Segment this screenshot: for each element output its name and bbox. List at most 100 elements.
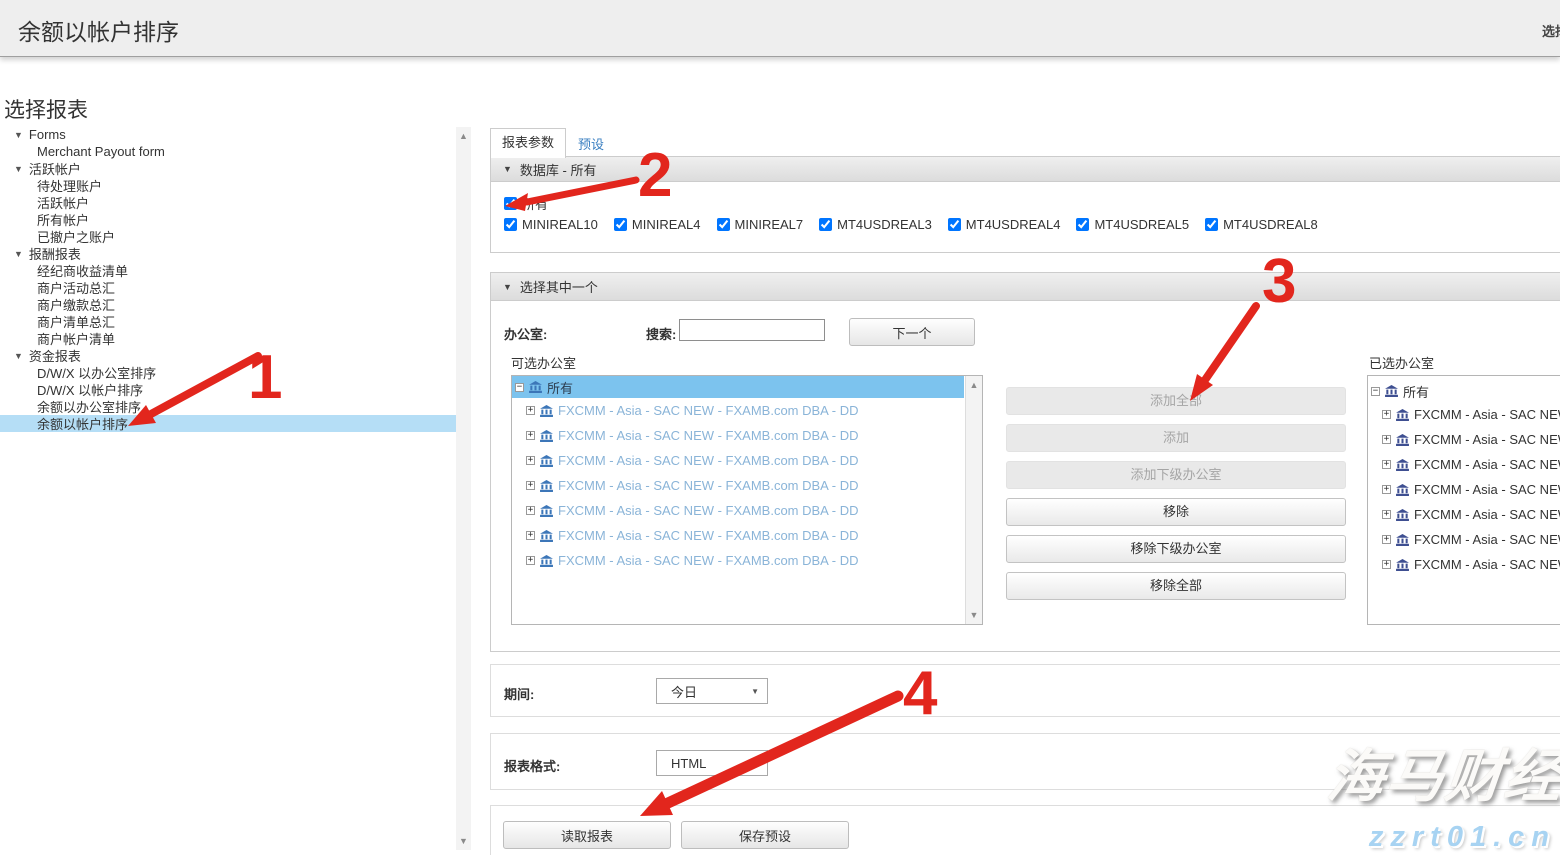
selected-offices-list: − 所有 +FXCMM - Asia - SAC NEW - FXAMB.com… — [1367, 375, 1560, 625]
tree-item[interactable]: Merchant Payout form — [0, 143, 456, 160]
tree-group[interactable]: ▼报酬报表 — [0, 245, 456, 262]
office-row[interactable]: +FXCMM - Asia - SAC NEW - FXAMB.com DBA … — [512, 423, 982, 448]
tree-item[interactable]: 所有帐户 — [0, 211, 456, 228]
bank-icon — [540, 480, 553, 492]
bank-icon — [540, 530, 553, 542]
dropdown-icon: ▼ — [751, 759, 759, 768]
expand-box-icon[interactable]: + — [526, 456, 535, 465]
page-scrollbar[interactable]: ▲ ▼ — [456, 127, 471, 850]
scroll-up-icon[interactable]: ▲ — [966, 380, 982, 390]
tree-group[interactable]: ▼资金报表 — [0, 347, 456, 364]
db-all-checkbox[interactable] — [504, 197, 517, 210]
office-label: 办公室: — [504, 324, 547, 343]
header-link[interactable]: 选择 — [1542, 21, 1560, 40]
db-checkbox[interactable] — [504, 218, 517, 231]
tree-group[interactable]: ▼Forms — [0, 126, 456, 143]
bank-icon — [1396, 459, 1409, 471]
db-checkbox[interactable] — [1205, 218, 1218, 231]
scroll-down-icon[interactable]: ▼ — [456, 836, 471, 846]
save-preset-button[interactable]: 保存预设 — [681, 821, 849, 849]
office-row[interactable]: +FXCMM - Asia - SAC NEW - FXAMB.com DBA … — [512, 398, 982, 423]
tree-item[interactable]: 商户帐户清单 — [0, 330, 456, 347]
bank-icon — [1396, 434, 1409, 446]
expand-box-icon[interactable]: + — [526, 506, 535, 515]
search-input[interactable] — [679, 319, 825, 341]
available-offices-list: − 所有 +FXCMM - Asia - SAC NEW - FXAMB.com… — [511, 375, 983, 625]
tree-item[interactable]: 商户清单总汇 — [0, 313, 456, 330]
expand-box-icon[interactable]: + — [526, 531, 535, 540]
office-row[interactable]: +FXCMM - Asia - SAC NEW - FXAMB.com DBA … — [512, 448, 982, 473]
office-row[interactable]: +FXCMM - Asia - SAC NEW - FXAMB.com DBA … — [1368, 402, 1560, 427]
expand-box-icon[interactable]: + — [1382, 560, 1391, 569]
period-select[interactable]: 今日 ▼ — [656, 678, 768, 704]
db-checkbox[interactable] — [717, 218, 730, 231]
remove-all-button[interactable]: 移除全部 — [1006, 572, 1346, 600]
bank-icon — [1396, 484, 1409, 496]
db-all-checkbox-row[interactable]: 所有 — [504, 194, 548, 213]
tree-group[interactable]: ▼活跃帐户 — [0, 160, 456, 177]
expand-box-icon[interactable]: + — [1382, 535, 1391, 544]
tree-item[interactable]: 商户活动总汇 — [0, 279, 456, 296]
scroll-up-icon[interactable]: ▲ — [456, 131, 471, 141]
add-button[interactable]: 添加 — [1006, 424, 1346, 452]
office-root-row[interactable]: − 所有 — [512, 376, 964, 398]
database-section-header[interactable]: ▼ 数据库 - 所有 — [491, 157, 1560, 182]
expand-box-icon[interactable]: + — [526, 481, 535, 490]
db-checkbox-row: MINIREAL10 MINIREAL4 MINIREAL7 MT4USDREA… — [504, 217, 1318, 232]
expand-box-icon[interactable]: + — [526, 406, 535, 415]
tree-item[interactable]: 活跃帐户 — [0, 194, 456, 211]
collapse-icon[interactable]: ▼ — [14, 164, 23, 174]
page-title: 余额以帐户排序 — [18, 13, 179, 47]
load-report-button[interactable]: 读取报表 — [503, 821, 671, 849]
remove-button[interactable]: 移除 — [1006, 498, 1346, 526]
db-checkbox[interactable] — [1076, 218, 1089, 231]
database-section: ▼ 数据库 - 所有 所有 MINIREAL10 MINIREAL4 MINIR… — [490, 156, 1560, 253]
expand-box-icon[interactable]: + — [1382, 410, 1391, 419]
tree-item[interactable]: 已撤户之账户 — [0, 228, 456, 245]
office-row[interactable]: +FXCMM - Asia - SAC NEW - FXAMB.com DBA … — [512, 523, 982, 548]
add-all-button[interactable]: 添加全部 — [1006, 387, 1346, 415]
tree-item[interactable]: 余额以办公室排序 — [0, 398, 456, 415]
office-row[interactable]: +FXCMM - Asia - SAC NEW - FXAMB.com DBA … — [1368, 452, 1560, 477]
expand-box-icon[interactable]: + — [526, 556, 535, 565]
tree-item[interactable]: D/W/X 以帐户排序 — [0, 381, 456, 398]
office-row[interactable]: +FXCMM - Asia - SAC NEW - FXAMB.com DBA … — [512, 473, 982, 498]
db-checkbox[interactable] — [948, 218, 961, 231]
expand-box-icon[interactable]: + — [1382, 460, 1391, 469]
format-label: 报表格式: — [504, 756, 560, 775]
db-checkbox[interactable] — [819, 218, 832, 231]
tab-presets[interactable]: 预设 — [578, 134, 604, 153]
office-row[interactable]: +FXCMM - Asia - SAC NEW - FXAMB.com DBA … — [1368, 427, 1560, 452]
collapse-box-icon[interactable]: − — [515, 383, 524, 392]
tree-item[interactable]: 经纪商收益清单 — [0, 262, 456, 279]
collapse-box-icon[interactable]: − — [1371, 387, 1380, 396]
list-scrollbar[interactable]: ▲ ▼ — [965, 376, 982, 624]
office-row[interactable]: +FXCMM - Asia - SAC NEW - FXAMB.com DBA … — [1368, 527, 1560, 552]
collapse-icon[interactable]: ▼ — [14, 130, 23, 140]
office-row[interactable]: +FXCMM - Asia - SAC NEW - FXAMB.com DBA … — [1368, 552, 1560, 577]
remove-suboffices-button[interactable]: 移除下级办公室 — [1006, 535, 1346, 563]
office-section-header[interactable]: ▼ 选择其中一个 — [491, 273, 1560, 301]
office-root-row[interactable]: − 所有 — [1368, 380, 1560, 402]
collapse-icon[interactable]: ▼ — [14, 351, 23, 361]
tab-report-params[interactable]: 报表参数 — [490, 128, 566, 158]
tree-item-selected[interactable]: 余额以帐户排序 — [0, 415, 456, 432]
expand-box-icon[interactable]: + — [1382, 485, 1391, 494]
office-row[interactable]: +FXCMM - Asia - SAC NEW - FXAMB.com DBA … — [512, 498, 982, 523]
expand-box-icon[interactable]: + — [1382, 510, 1391, 519]
expand-box-icon[interactable]: + — [526, 431, 535, 440]
expand-box-icon[interactable]: + — [1382, 435, 1391, 444]
db-checkbox[interactable] — [614, 218, 627, 231]
tree-item[interactable]: D/W/X 以办公室排序 — [0, 364, 456, 381]
format-select[interactable]: HTML ▼ — [656, 750, 768, 776]
collapse-icon[interactable]: ▼ — [14, 249, 23, 259]
office-row[interactable]: +FXCMM - Asia - SAC NEW - FXAMB.com DBA … — [1368, 477, 1560, 502]
scroll-down-icon[interactable]: ▼ — [966, 610, 982, 620]
tree-item[interactable]: 待处理账户 — [0, 177, 456, 194]
office-row[interactable]: +FXCMM - Asia - SAC NEW - FXAMB.com DBA … — [1368, 502, 1560, 527]
tree-item[interactable]: 商户缴款总汇 — [0, 296, 456, 313]
office-row[interactable]: +FXCMM - Asia - SAC NEW - FXAMB.com DBA … — [512, 548, 982, 573]
watermark-domain: zzrt01.cn — [1369, 821, 1556, 854]
add-suboffices-button[interactable]: 添加下级办公室 — [1006, 461, 1346, 489]
next-button[interactable]: 下一个 — [849, 318, 975, 346]
